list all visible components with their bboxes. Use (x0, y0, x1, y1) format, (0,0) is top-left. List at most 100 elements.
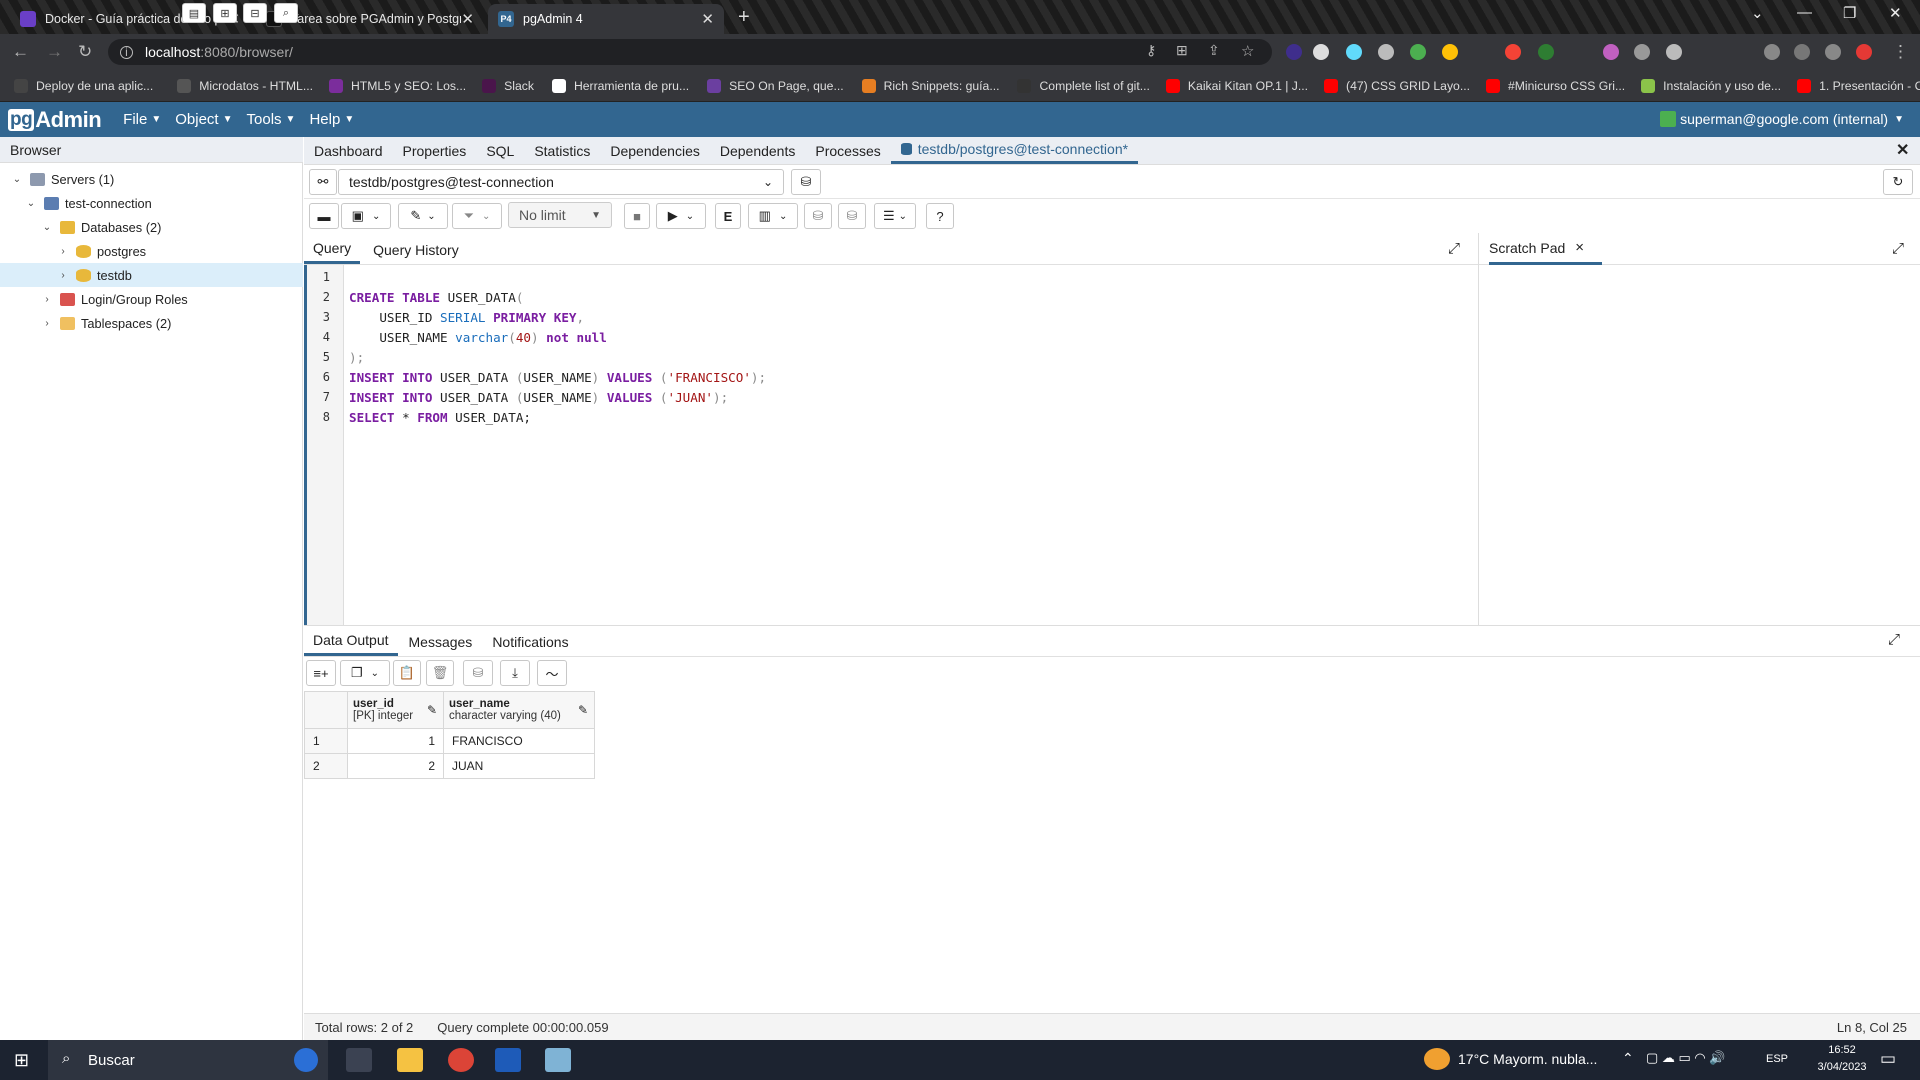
key-icon[interactable]: ⚷ (1146, 42, 1156, 59)
chrome-tab-pgadmin[interactable]: P4 pgAdmin 4 ✕ (488, 4, 724, 34)
table-cell[interactable]: JUAN (443, 753, 595, 779)
app-icon[interactable] (545, 1048, 571, 1072)
code-line[interactable]: CREATE TABLE USER_DATA( (349, 290, 523, 305)
refresh-icon[interactable]: ↻ (1883, 169, 1913, 195)
filter-button[interactable]: ⏷ ⌄ (452, 203, 502, 229)
chrome-icon[interactable] (448, 1048, 474, 1072)
code-line[interactable]: USER_NAME varchar(40) not null (349, 330, 607, 345)
column-header-user-id[interactable]: user_id [PK] integer ✎ (347, 691, 444, 729)
share-icon[interactable]: ⇪ (1208, 42, 1220, 59)
new-connection-icon[interactable]: ⛁ (791, 169, 821, 195)
menu-file[interactable]: File ▼ (123, 111, 161, 128)
notifications-icon[interactable]: ▭ (1880, 1049, 1896, 1069)
tab-scratch-pad[interactable]: Scratch Pad × (1489, 233, 1603, 265)
menu-tools[interactable]: Tools ▼ (247, 111, 296, 128)
menu-help[interactable]: Help ▼ (309, 111, 354, 128)
tab-query-tool[interactable]: testdb/postgres@test-connection* (890, 137, 1139, 164)
connection-status-icon[interactable]: ⚯ (309, 169, 337, 195)
pencil-icon[interactable]: ✎ (427, 703, 437, 717)
windows-start-icon[interactable]: ⊞ (14, 1050, 29, 1071)
new-tab-icon[interactable]: + (738, 6, 750, 29)
stop-icon[interactable]: ■ (624, 203, 650, 229)
bookmark-item[interactable]: Slack (482, 78, 534, 93)
tab-statistics[interactable]: Statistics (524, 137, 600, 164)
tray-icons[interactable]: ▢ ☁ ▭ ◠ 🔊 (1646, 1050, 1726, 1066)
bing-icon[interactable] (294, 1048, 318, 1072)
tree-node-testdb[interactable]: › testdb (0, 263, 303, 287)
profile-avatar-icon[interactable] (1856, 44, 1872, 60)
minimize-icon[interactable]: — (1797, 4, 1812, 21)
bookmark-item[interactable]: (47) CSS GRID Layo... (1324, 78, 1470, 93)
extension-icon[interactable] (1764, 44, 1780, 60)
tree-node-login-roles[interactable]: › Login/Group Roles (0, 287, 303, 311)
reload-icon[interactable]: ↻ (78, 42, 92, 62)
shield-icon[interactable] (1538, 44, 1554, 60)
tab-notifications[interactable]: Notifications (483, 627, 577, 656)
filter-rows-icon[interactable]: ⊟ (243, 3, 267, 23)
close-tab-icon[interactable]: ✕ (461, 10, 474, 28)
window-close-icon[interactable]: ✕ (1889, 4, 1902, 22)
tab-dependents[interactable]: Dependents (710, 137, 806, 164)
camera-icon[interactable] (1666, 44, 1682, 60)
chevron-right-icon[interactable]: › (40, 318, 54, 329)
tab-processes[interactable]: Processes (805, 137, 890, 164)
tab-messages[interactable]: Messages (400, 627, 482, 656)
bookmark-item[interactable]: Kaikai Kitan OP.1 | J... (1165, 78, 1308, 93)
code-line[interactable]: INSERT INTO USER_DATA (USER_NAME) VALUES… (349, 390, 728, 405)
bookmark-item[interactable]: 1. Presentación - C... (1797, 78, 1920, 93)
download-icon[interactable]: ⤓ (500, 660, 530, 686)
language-indicator[interactable]: ESP (1766, 1053, 1788, 1065)
table-cell[interactable]: 1 (347, 728, 444, 754)
bookmark-item[interactable]: Complete list of git... (1017, 78, 1150, 93)
explain-analyze-button[interactable]: ▥ ⌄ (748, 203, 798, 229)
open-file-icon[interactable]: ▬ (309, 203, 339, 229)
code-line[interactable]: INSERT INTO USER_DATA (USER_NAME) VALUES… (349, 370, 766, 385)
explain-icon[interactable]: E (715, 203, 741, 229)
bookmark-item[interactable]: Rich Snippets: guía... (861, 78, 999, 93)
bookmark-item[interactable]: Instalación y uso de... (1641, 78, 1781, 93)
tab-sql[interactable]: SQL (476, 137, 524, 164)
tab-query-history[interactable]: Query History (364, 235, 468, 264)
bookmark-item[interactable]: SEO On Page, que... (707, 78, 844, 93)
graph-icon[interactable]: 〜 (537, 660, 567, 686)
clock-date[interactable]: 3/04/2023 (1808, 1061, 1876, 1073)
extension-icon[interactable] (1603, 44, 1619, 60)
grid-corner[interactable] (304, 691, 348, 729)
extension-icon[interactable] (1378, 44, 1394, 60)
weather-text[interactable]: 17°C Mayorm. nubla... (1458, 1051, 1597, 1067)
close-panel-icon[interactable]: ✕ (1896, 140, 1909, 160)
chevron-down-icon[interactable]: ⌄ (24, 198, 38, 209)
row-limit-select[interactable]: No limit ▼ (508, 202, 612, 228)
query-tool-icon[interactable]: ▤ (182, 3, 206, 23)
row-number[interactable]: 2 (304, 753, 348, 779)
bookmark-item[interactable]: Herramienta de pru... (551, 78, 689, 93)
tab-query[interactable]: Query (304, 235, 361, 264)
chevron-right-icon[interactable]: › (56, 246, 70, 257)
translate-icon[interactable]: ⊞ (1176, 42, 1188, 59)
powershell-icon[interactable] (495, 1048, 521, 1072)
tree-node-test-connection[interactable]: ⌄ test-connection (0, 191, 303, 215)
tab-dashboard[interactable]: Dashboard (304, 137, 393, 164)
extension-icon[interactable] (1442, 44, 1458, 60)
delete-icon[interactable]: 🗑 (426, 660, 454, 686)
extension-icon[interactable] (1286, 44, 1302, 60)
edit-button[interactable]: ✎ ⌄ (398, 203, 448, 229)
chrome-menu-icon[interactable]: ⋮ (1892, 42, 1909, 62)
tree-node-databases[interactable]: ⌄ Databases (2) (0, 215, 303, 239)
extension-icon[interactable] (1410, 44, 1426, 60)
back-icon[interactable]: ← (12, 42, 29, 62)
expand-icon[interactable]: ⤢ (1892, 240, 1904, 257)
chevron-right-icon[interactable]: › (56, 270, 70, 281)
bookmark-item[interactable]: Deploy de una aplic... (14, 78, 153, 93)
tray-chevron-icon[interactable]: ⌃ (1622, 1050, 1634, 1067)
puzzle-icon[interactable] (1794, 44, 1810, 60)
paste-icon[interactable]: 📋 (393, 660, 421, 686)
chevron-down-icon[interactable]: ⌄ (10, 174, 24, 185)
code-line[interactable]: ); (349, 350, 364, 365)
expand-icon[interactable]: ⤢ (1448, 240, 1460, 257)
tab-search-icon[interactable]: ⌄ (1751, 4, 1764, 22)
bookmark-item[interactable]: HTML5 y SEO: Los... (329, 78, 466, 93)
file-explorer-icon[interactable] (397, 1048, 423, 1072)
row-number[interactable]: 1 (304, 728, 348, 754)
user-menu[interactable]: superman@google.com (internal) ▼ (1660, 111, 1904, 127)
